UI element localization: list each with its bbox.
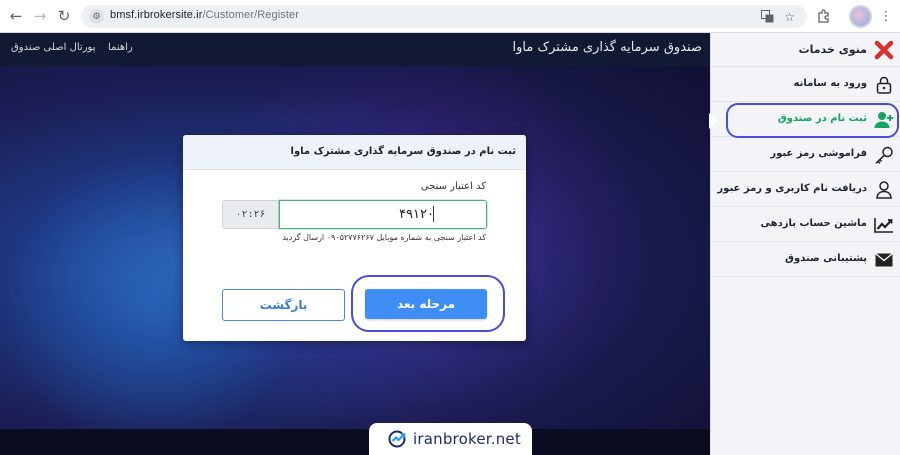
sidebar-item-label: ماشین حساب بازدهی: [760, 218, 867, 229]
avatar[interactable]: [849, 5, 872, 28]
sidebar-item-label: ورود به سامانه: [793, 78, 867, 89]
next-step-button[interactable]: مرحله بعد: [365, 289, 487, 319]
close-icon[interactable]: [873, 39, 895, 61]
watermark-text: iranbroker.net: [413, 430, 521, 448]
sidebar-item-label: فراموشی رمز عبور: [770, 148, 867, 159]
url-text[interactable]: bmsf.irbrokersite.ir/Customer/Register: [110, 9, 299, 21]
text-caret: [433, 206, 434, 222]
sms-sent-hint: کد اعتبار سنجی به شماره موبایل ۰۹۰۵۲۷۷۶۲…: [282, 233, 486, 242]
back-button[interactable]: بازگشت: [222, 289, 345, 321]
translate-icon[interactable]: [760, 9, 775, 24]
reload-icon[interactable]: ↻: [54, 6, 74, 26]
help-link[interactable]: راهنما: [108, 42, 133, 53]
user-icon: [873, 179, 895, 201]
otp-group: ۰۲:۲۶ ۴۹۱۲۰: [222, 200, 487, 229]
envelope-icon: [873, 249, 895, 271]
page-title: صندوق سرمایه گذاری مشترک ماوا: [512, 40, 702, 55]
active-item-highlight: [726, 103, 899, 138]
sidebar-item-forgot-password[interactable]: فراموشی رمز عبور: [711, 138, 900, 172]
key-icon: [873, 144, 895, 166]
forward-arrow-icon[interactable]: →: [30, 6, 50, 26]
menu-label: منوی خدمات: [798, 43, 867, 56]
address-bar[interactable]: ⚙ bmsf.irbrokersite.ir/Customer/Register…: [81, 5, 807, 28]
countdown-timer: ۰۲:۲۶: [222, 200, 279, 229]
browser-toolbar: ← → ↻ ⚙ bmsf.irbrokersite.ir/Customer/Re…: [0, 0, 900, 33]
sidebar-item-return-calculator[interactable]: ماشین حساب بازدهی: [711, 208, 900, 242]
sidebar-menu-header[interactable]: منوی خدمات: [711, 33, 900, 67]
sidebar-item-label: دریافت نام کاربری و رمز عبور: [717, 183, 867, 194]
site-header: صندوق سرمایه گذاری مشترک ماوا راهنما پور…: [0, 33, 710, 66]
verification-code-label: کد اعتبار سنجی: [420, 181, 486, 192]
watermark: iranbroker.net: [369, 423, 532, 455]
dialog-header: ثبت نام در صندوق سرمایه گذاری مشترک ماوا: [183, 135, 526, 170]
services-sidebar: منوی خدمات ورود به سامانه ثبت نام در صند…: [710, 33, 900, 455]
site-info-icon[interactable]: ⚙: [89, 9, 104, 24]
lock-icon: [873, 74, 895, 96]
bookmark-star-icon[interactable]: ☆: [782, 9, 797, 24]
sidebar-item-support[interactable]: پشتیبانی صندوق: [711, 243, 900, 277]
sidebar-item-login[interactable]: ورود به سامانه: [711, 68, 900, 102]
active-item-pointer: [709, 113, 718, 129]
verification-code-input[interactable]: ۴۹۱۲۰: [279, 200, 487, 229]
sidebar-item-label: پشتیبانی صندوق: [785, 253, 867, 264]
main-portal-link[interactable]: پورتال اصلی صندوق: [11, 42, 96, 53]
back-arrow-icon[interactable]: ←: [6, 6, 26, 26]
register-dialog: ثبت نام در صندوق سرمایه گذاری مشترک ماوا…: [183, 135, 526, 341]
chart-line-icon: [873, 214, 895, 236]
trend-logo-icon: [388, 430, 408, 448]
footer-strip: [0, 429, 710, 455]
dialog-title: ثبت نام در صندوق سرمایه گذاری مشترک ماوا: [290, 146, 516, 157]
extensions-icon[interactable]: [815, 7, 833, 25]
sidebar-item-get-credentials[interactable]: دریافت نام کاربری و رمز عبور: [711, 173, 900, 207]
more-vert-icon[interactable]: ⋮: [877, 7, 895, 25]
